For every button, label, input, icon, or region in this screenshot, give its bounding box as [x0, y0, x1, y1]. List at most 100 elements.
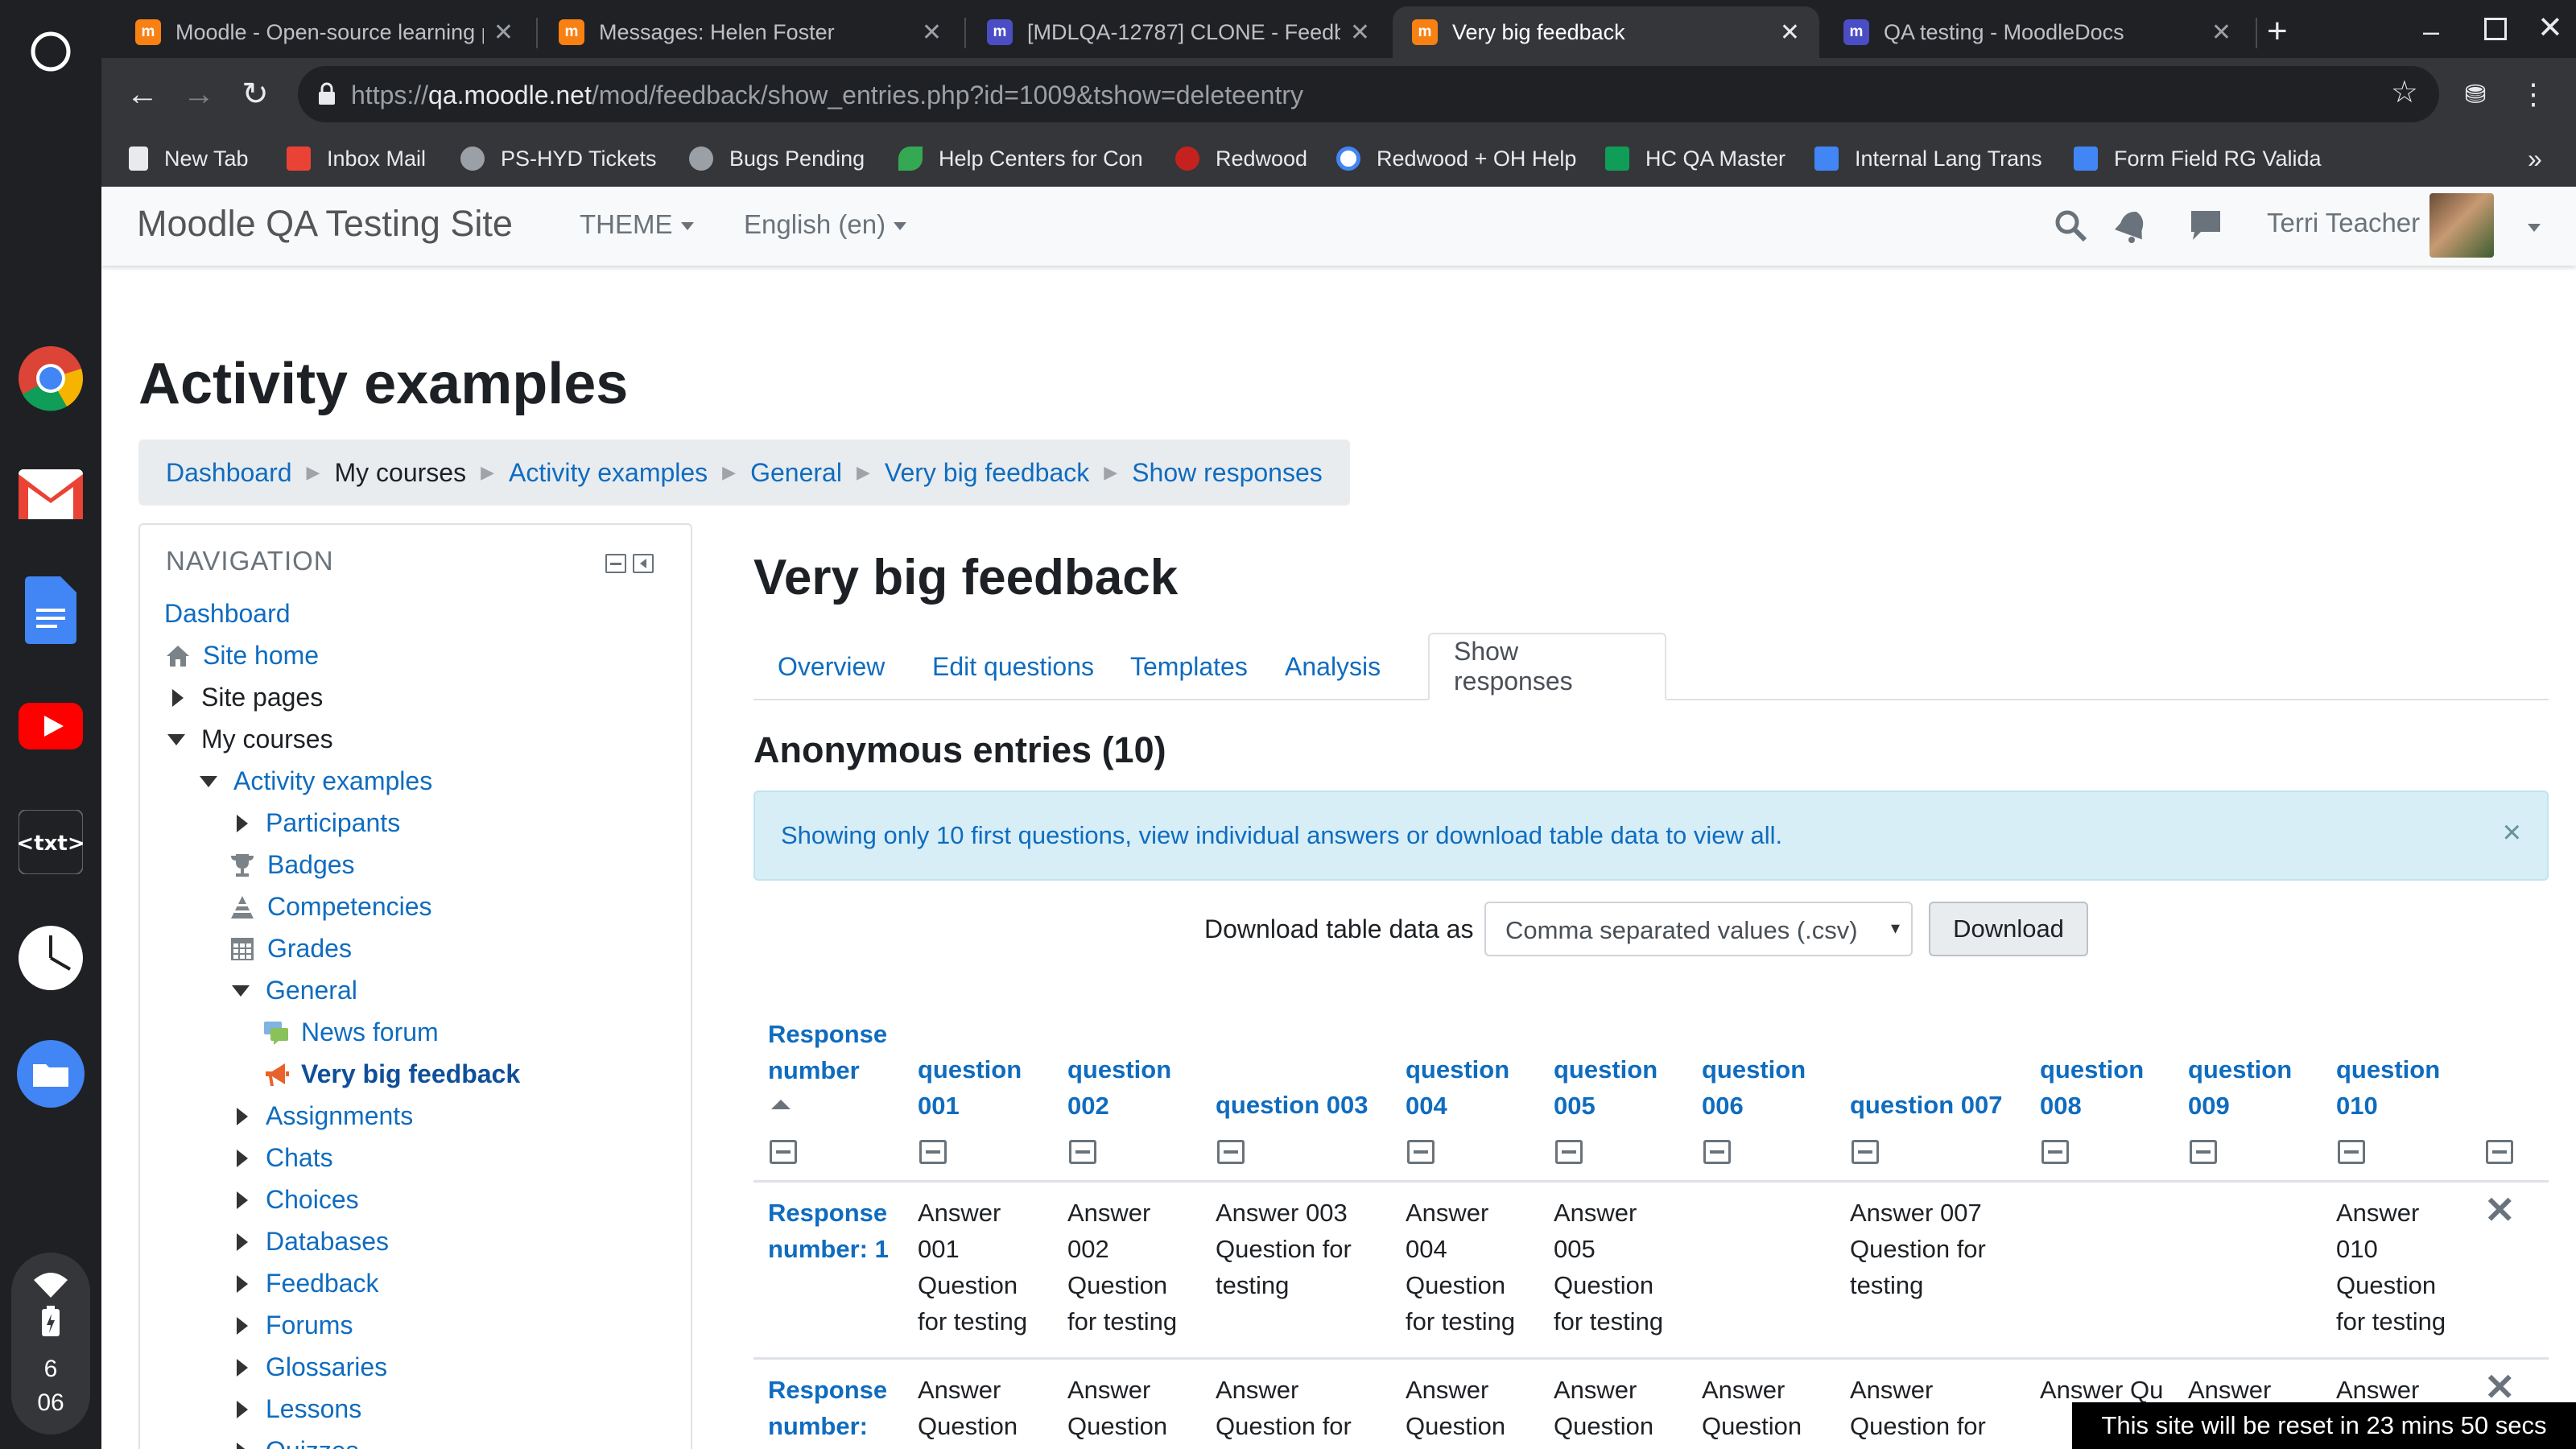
- header-question-003[interactable]: question 003: [1216, 1087, 1368, 1123]
- docs-icon[interactable]: [14, 573, 88, 647]
- nav-item-glossaries[interactable]: Glossaries: [237, 1352, 387, 1382]
- forward-icon[interactable]: →: [177, 72, 221, 116]
- hide-column-icon[interactable]: [770, 1140, 797, 1164]
- browser-tab-4-active[interactable]: m Very big feedback ✕: [1393, 6, 1819, 58]
- status-tray[interactable]: 6 06: [11, 1253, 90, 1435]
- hide-column-icon[interactable]: [1069, 1140, 1096, 1164]
- nav-item-lessons[interactable]: Lessons: [237, 1394, 361, 1424]
- nav-item-my-courses[interactable]: My courses: [167, 724, 333, 754]
- text-editor-icon[interactable]: <txt>: [14, 805, 88, 879]
- close-alert-icon[interactable]: ×: [2503, 815, 2521, 851]
- nav-item-general[interactable]: General: [232, 976, 357, 1005]
- browser-tab-1[interactable]: m Moodle - Open-source learning p ✕: [116, 6, 533, 58]
- hide-column-icon[interactable]: [2190, 1140, 2217, 1164]
- notification-bell-icon[interactable]: [2114, 208, 2149, 243]
- chrome-icon[interactable]: [14, 341, 88, 415]
- header-question-006[interactable]: question 006: [1702, 1051, 1823, 1124]
- more-bookmarks-icon[interactable]: »: [2528, 142, 2542, 175]
- collapse-block-icon[interactable]: [605, 554, 626, 573]
- nav-item-quizzes[interactable]: Quizzes: [237, 1436, 359, 1449]
- url-text[interactable]: https://qa.moodle.net/mod/feedback/show_…: [351, 80, 1303, 110]
- bookmark-item[interactable]: New Tab: [129, 142, 258, 175]
- minimize-icon[interactable]: –: [2423, 14, 2439, 48]
- browser-tab-3[interactable]: m [MDLQA-12787] CLONE - Feedbac ✕: [968, 6, 1389, 58]
- hide-column-icon[interactable]: [919, 1140, 947, 1164]
- nav-item-forums[interactable]: Forums: [237, 1311, 353, 1340]
- user-name[interactable]: Terri Teacher: [2267, 208, 2420, 238]
- nav-item-participants[interactable]: Participants: [237, 808, 400, 838]
- nav-item-dashboard[interactable]: Dashboard: [164, 599, 291, 629]
- header-question-007[interactable]: question 007: [1850, 1087, 2003, 1123]
- breadcrumb-very-big-feedback[interactable]: Very big feedback: [885, 458, 1089, 488]
- hide-column-icon[interactable]: [2486, 1140, 2513, 1164]
- user-avatar[interactable]: [2429, 193, 2494, 258]
- nav-item-very-big-feedback-active[interactable]: Very big feedback: [262, 1059, 520, 1089]
- search-icon[interactable]: [2053, 208, 2088, 243]
- delete-entry-icon[interactable]: ✕: [2484, 1188, 2516, 1232]
- browser-tab-2[interactable]: m Messages: Helen Foster ✕: [539, 6, 961, 58]
- tab-show-responses[interactable]: Show responses: [1428, 633, 1666, 700]
- nav-item-databases[interactable]: Databases: [237, 1227, 389, 1257]
- header-question-010[interactable]: question 010: [2336, 1051, 2457, 1124]
- bookmark-item[interactable]: Bugs Pending: [689, 142, 894, 175]
- header-response-number[interactable]: Response number: [768, 1016, 905, 1088]
- hide-column-icon[interactable]: [1407, 1140, 1435, 1164]
- launcher-icon[interactable]: [14, 14, 88, 89]
- reload-icon[interactable]: ↻: [233, 72, 277, 116]
- close-tab-icon[interactable]: ✕: [922, 19, 942, 47]
- header-question-004[interactable]: question 004: [1406, 1051, 1526, 1124]
- nav-item-site-home[interactable]: Site home: [164, 641, 319, 671]
- bookmark-item[interactable]: Help Centers for Con: [898, 142, 1164, 175]
- nav-item-competencies[interactable]: Competencies: [229, 892, 432, 922]
- hide-column-icon[interactable]: [2041, 1140, 2069, 1164]
- bookmark-item[interactable]: PS-HYD Tickets: [460, 142, 678, 175]
- nav-item-activity-examples[interactable]: Activity examples: [200, 766, 432, 796]
- header-question-001[interactable]: question 001: [918, 1051, 1038, 1124]
- nav-item-site-pages[interactable]: Site pages: [172, 683, 323, 712]
- address-bar[interactable]: https://qa.moodle.net/mod/feedback/show_…: [298, 66, 2439, 122]
- hide-column-icon[interactable]: [1555, 1140, 1583, 1164]
- download-button[interactable]: Download: [1929, 902, 2088, 956]
- close-tab-icon[interactable]: ✕: [2211, 19, 2231, 47]
- tab-analysis[interactable]: Analysis: [1261, 633, 1405, 700]
- response-number-link[interactable]: Response number: 1: [768, 1195, 905, 1267]
- nav-item-badges[interactable]: Badges: [229, 850, 355, 880]
- header-question-008[interactable]: question 008: [2040, 1051, 2161, 1124]
- tab-edit-questions[interactable]: Edit questions: [908, 633, 1118, 700]
- maximize-icon[interactable]: [2484, 18, 2507, 40]
- nav-item-choices[interactable]: Choices: [237, 1185, 359, 1215]
- sort-ascending-icon[interactable]: [771, 1100, 791, 1109]
- bookmark-item[interactable]: Form Field RG Valida: [2074, 142, 2428, 175]
- response-number-link[interactable]: Response number:: [768, 1372, 905, 1444]
- menu-kebab-icon[interactable]: ⋮: [2512, 72, 2555, 116]
- header-question-005[interactable]: question 005: [1554, 1051, 1674, 1124]
- site-name[interactable]: Moodle QA Testing Site: [137, 203, 513, 245]
- bookmark-item[interactable]: Inbox Mail: [287, 142, 448, 175]
- header-question-002[interactable]: question 002: [1067, 1051, 1188, 1124]
- new-tab-icon[interactable]: +: [2267, 11, 2288, 52]
- youtube-icon[interactable]: [14, 689, 88, 763]
- browser-tab-5[interactable]: m QA testing - MoodleDocs ✕: [1824, 6, 2251, 58]
- close-tab-icon[interactable]: ✕: [1350, 19, 1370, 47]
- hide-column-icon[interactable]: [1217, 1140, 1245, 1164]
- nav-item-news-forum[interactable]: News forum: [262, 1018, 439, 1047]
- nav-item-assignments[interactable]: Assignments: [237, 1101, 413, 1131]
- nav-item-grades[interactable]: Grades: [229, 934, 352, 964]
- breadcrumb-general[interactable]: General: [750, 458, 842, 488]
- gmail-icon[interactable]: [14, 457, 88, 531]
- hide-column-icon[interactable]: [1703, 1140, 1731, 1164]
- messages-icon[interactable]: [2188, 208, 2223, 243]
- theme-menu[interactable]: THEME: [580, 209, 694, 240]
- breadcrumb-dashboard[interactable]: Dashboard: [166, 458, 292, 488]
- header-question-009[interactable]: question 009: [2188, 1051, 2309, 1124]
- breadcrumb-show-responses[interactable]: Show responses: [1132, 458, 1323, 488]
- language-menu[interactable]: English (en): [744, 209, 907, 240]
- tab-templates[interactable]: Templates: [1106, 633, 1272, 700]
- hide-column-icon[interactable]: [1852, 1140, 1879, 1164]
- extension-icon[interactable]: ⛃: [2454, 72, 2497, 116]
- close-tab-icon[interactable]: ✕: [1780, 19, 1800, 47]
- clock-icon[interactable]: [14, 921, 88, 995]
- close-window-icon[interactable]: ✕: [2537, 10, 2563, 46]
- files-icon[interactable]: [14, 1037, 88, 1111]
- hide-column-icon[interactable]: [2338, 1140, 2365, 1164]
